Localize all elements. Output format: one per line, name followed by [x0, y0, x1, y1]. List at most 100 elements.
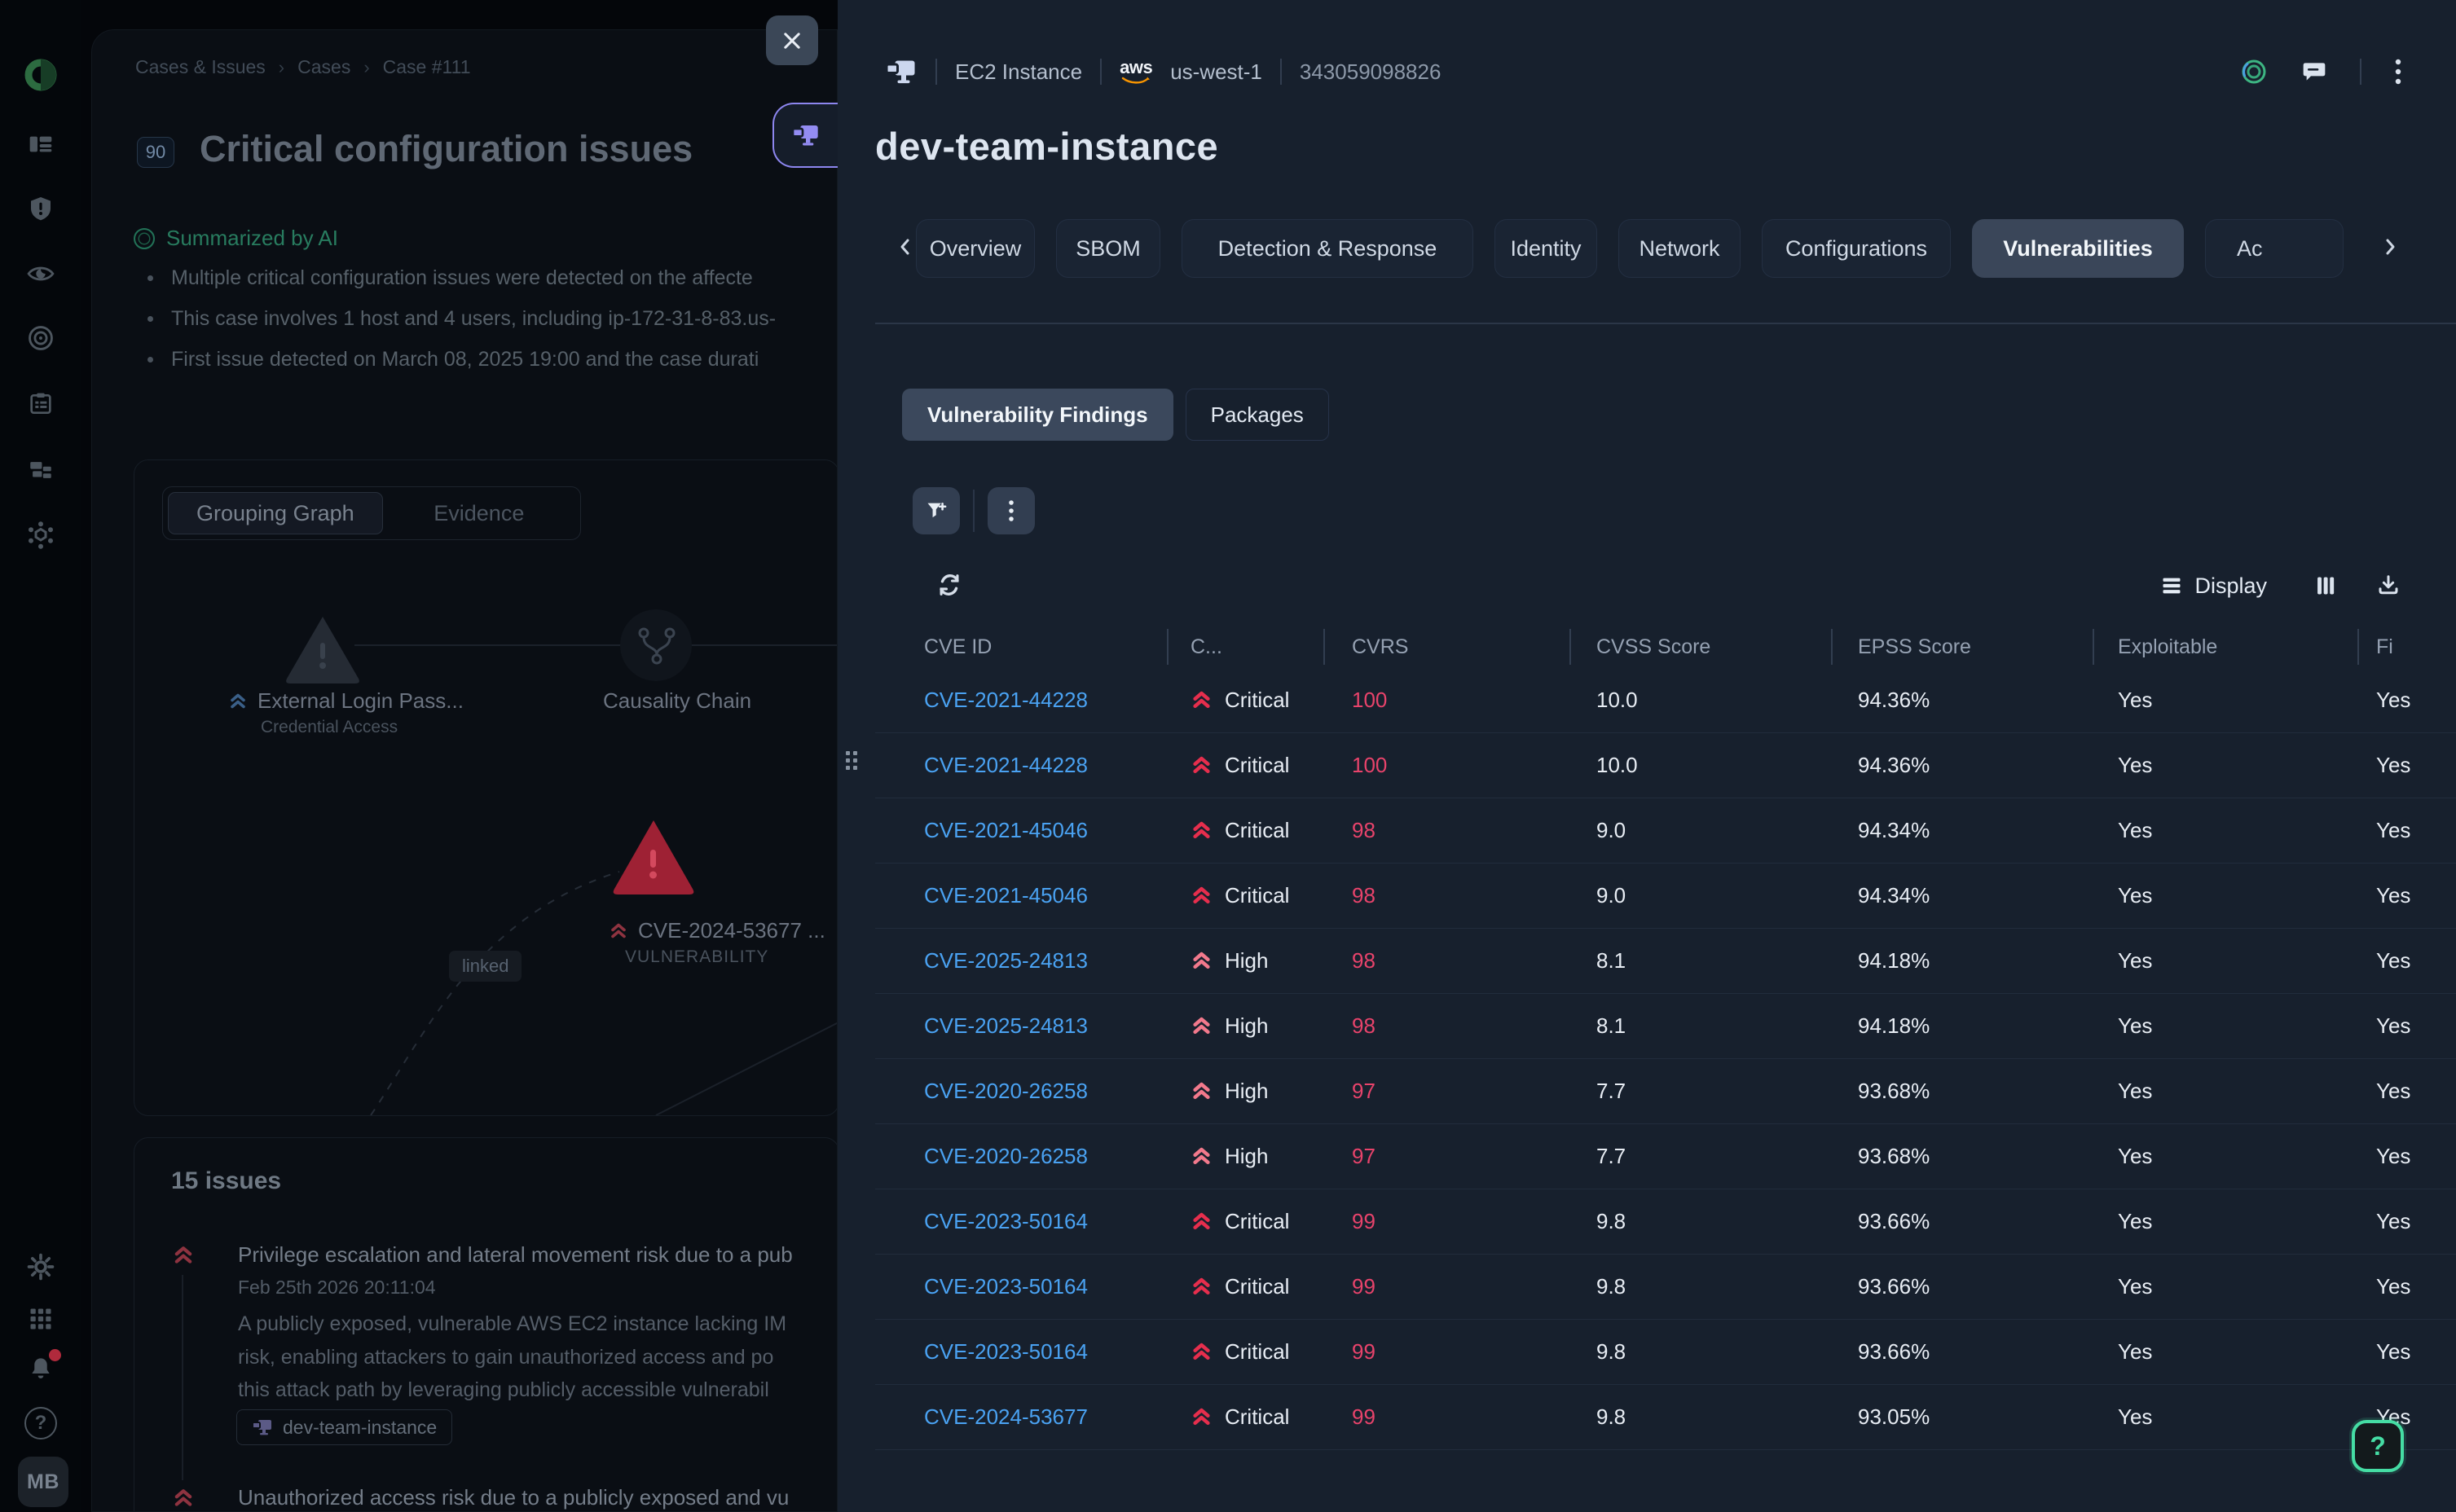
graph-node-label-causality-chain[interactable]: Causality Chain: [603, 688, 751, 714]
issue-title[interactable]: Unauthorized access risk due to a public…: [238, 1485, 825, 1510]
cve-link[interactable]: CVE-2021-44228: [924, 688, 1088, 713]
cve-link[interactable]: CVE-2020-26258: [924, 1144, 1088, 1169]
vuln-table-row[interactable]: CVE-2023-50164 Critical 99 9.8 93.66% Ye…: [875, 1189, 2456, 1255]
column-header-category[interactable]: C...: [1167, 626, 1323, 668]
cve-link[interactable]: CVE-2023-50164: [924, 1339, 1088, 1365]
tab-vulnerabilities[interactable]: Vulnerabilities: [1972, 219, 2184, 278]
app-logo-icon[interactable]: [22, 56, 59, 94]
tab-overview[interactable]: Overview: [916, 219, 1035, 278]
severity-label: Critical: [1225, 1339, 1289, 1365]
cve-link[interactable]: CVE-2025-24813: [924, 948, 1088, 974]
sidebar-item-dashboards[interactable]: [28, 131, 54, 157]
kebab-menu-icon: [1008, 499, 1015, 522]
graph-node-label-external-login[interactable]: External Login Pass...: [228, 688, 464, 714]
download-button[interactable]: [2376, 574, 2401, 598]
tab-configurations[interactable]: Configurations: [1762, 219, 1951, 278]
refresh-button[interactable]: [934, 570, 965, 601]
cve-link[interactable]: CVE-2024-53677: [924, 1404, 1088, 1430]
column-header-exploitable[interactable]: Exploitable: [2093, 626, 2357, 668]
tab-activity-clipped[interactable]: Ac: [2205, 219, 2344, 278]
cvrs-score: 100: [1323, 688, 1569, 713]
vuln-table-row[interactable]: CVE-2023-50164 Critical 99 9.8 93.66% Ye…: [875, 1255, 2456, 1320]
column-header-epss-score[interactable]: EPSS Score: [1831, 626, 2093, 668]
issues-card: 15 issues Privilege escalation and later…: [134, 1137, 838, 1512]
vuln-table-row[interactable]: CVE-2021-45046 Critical 98 9.0 94.34% Ye…: [875, 798, 2456, 864]
cve-link[interactable]: CVE-2021-45046: [924, 818, 1088, 843]
breadcrumb-cases[interactable]: Cases: [297, 56, 350, 78]
vuln-table-row[interactable]: CVE-2021-44228 Critical 100 10.0 94.36% …: [875, 668, 2456, 733]
severity-chevrons-icon: [1191, 1145, 1213, 1167]
severity-label: High: [1225, 1144, 1268, 1169]
more-options-button[interactable]: [2394, 58, 2402, 86]
tabs-scroll-left-button[interactable]: [895, 231, 916, 266]
toggle-packages[interactable]: Packages: [1186, 389, 1329, 441]
cve-link[interactable]: CVE-2025-24813: [924, 1013, 1088, 1039]
vuln-table-row[interactable]: CVE-2021-45046 Critical 98 9.0 94.34% Ye…: [875, 864, 2456, 929]
help-icon[interactable]: ?: [24, 1407, 57, 1439]
filter-options-button[interactable]: [988, 487, 1035, 534]
asset-side-tab[interactable]: [772, 103, 838, 168]
column-header-fix[interactable]: Fi: [2357, 626, 2456, 668]
notifications-bell-icon[interactable]: [28, 1356, 54, 1382]
breadcrumb-case-111[interactable]: Case #111: [383, 56, 471, 78]
column-header-cvrs[interactable]: CVRS: [1323, 626, 1569, 668]
tab-evidence[interactable]: Evidence: [383, 501, 575, 526]
sidebar-item-alerts-shield[interactable]: [28, 196, 54, 222]
column-header-cvss-score[interactable]: CVSS Score: [1569, 626, 1831, 668]
vuln-table-row[interactable]: CVE-2025-24813 High 98 8.1 94.18% Yes Ye…: [875, 994, 2456, 1059]
comments-button[interactable]: [2301, 59, 2327, 85]
graph-canvas[interactable]: [134, 460, 838, 1115]
download-icon: [2376, 574, 2401, 598]
vuln-table-row[interactable]: CVE-2020-26258 High 97 7.7 93.68% Yes Ye…: [875, 1124, 2456, 1189]
exploitable-value: Yes: [2093, 753, 2357, 778]
toggle-vulnerability-findings[interactable]: Vulnerability Findings: [902, 389, 1173, 441]
add-filter-button[interactable]: [913, 487, 960, 534]
tabs-scroll-right-button[interactable]: [2379, 231, 2401, 266]
cve-link[interactable]: CVE-2021-44228: [924, 753, 1088, 778]
cve-link[interactable]: CVE-2020-26258: [924, 1079, 1088, 1104]
cve-link[interactable]: CVE-2023-50164: [924, 1209, 1088, 1234]
notification-dot: [49, 1349, 61, 1361]
vuln-table-row[interactable]: CVE-2021-44228 Critical 100 10.0 94.36% …: [875, 733, 2456, 798]
asset-account-id: 343059098826: [1300, 59, 1441, 85]
severity-label: Critical: [1225, 688, 1289, 713]
tab-sbom[interactable]: SBOM: [1056, 219, 1160, 278]
columns-button[interactable]: [2314, 574, 2337, 597]
tab-grouping-graph[interactable]: Grouping Graph: [168, 492, 383, 534]
vuln-table-row[interactable]: CVE-2023-50164 Critical 99 9.8 93.66% Ye…: [875, 1320, 2456, 1385]
sidebar-item-inventory[interactable]: [27, 456, 55, 484]
sidebar-item-data-security[interactable]: [26, 521, 55, 550]
sidebar-item-visibility[interactable]: [27, 260, 55, 288]
ai-summary-bullet: This case involves 1 host and 4 users, i…: [147, 307, 832, 331]
user-avatar[interactable]: MB: [18, 1457, 68, 1507]
epss-score: 94.18%: [1831, 1013, 2093, 1039]
display-button[interactable]: Display: [2160, 574, 2267, 599]
graph-node-label-cve[interactable]: CVE-2024-53677 ...: [609, 918, 825, 943]
settings-gear-icon[interactable]: [27, 1253, 55, 1281]
vuln-table-row[interactable]: CVE-2020-26258 High 97 7.7 93.68% Yes Ye…: [875, 1059, 2456, 1124]
panel-resize-handle[interactable]: [846, 751, 860, 776]
column-header-cve-id[interactable]: CVE ID: [875, 626, 1167, 668]
chevron-left-icon: [895, 231, 916, 263]
cvrs-score: 98: [1323, 948, 1569, 974]
apps-grid-icon[interactable]: [29, 1307, 53, 1331]
breadcrumb-separator: ›: [363, 57, 369, 78]
asset-tag-chip[interactable]: dev-team-instance: [236, 1409, 452, 1445]
tab-detection-response[interactable]: Detection & Response: [1182, 219, 1473, 278]
ai-assist-button[interactable]: [2239, 57, 2269, 86]
issue-title[interactable]: Privilege escalation and lateral movemen…: [238, 1242, 825, 1268]
severity-label: Critical: [1225, 818, 1289, 843]
exploitable-value: Yes: [2093, 1339, 2357, 1365]
sidebar-item-compliance[interactable]: [28, 391, 54, 417]
close-drawer-button[interactable]: [766, 15, 818, 65]
cve-link[interactable]: CVE-2023-50164: [924, 1274, 1088, 1299]
vuln-table-row[interactable]: CVE-2025-24813 High 98 8.1 94.18% Yes Ye…: [875, 929, 2456, 994]
breadcrumb-cases-issues[interactable]: Cases & Issues: [135, 56, 266, 78]
tab-identity[interactable]: Identity: [1494, 219, 1597, 278]
vuln-table-row[interactable]: CVE-2024-53677 Critical 99 9.8 93.05% Ye…: [875, 1385, 2456, 1450]
help-button[interactable]: ?: [2352, 1420, 2404, 1472]
tab-network[interactable]: Network: [1618, 219, 1741, 278]
fix-value: Yes: [2357, 1144, 2456, 1169]
cve-link[interactable]: CVE-2021-45046: [924, 883, 1088, 908]
sidebar-item-attack-paths[interactable]: [27, 324, 55, 352]
